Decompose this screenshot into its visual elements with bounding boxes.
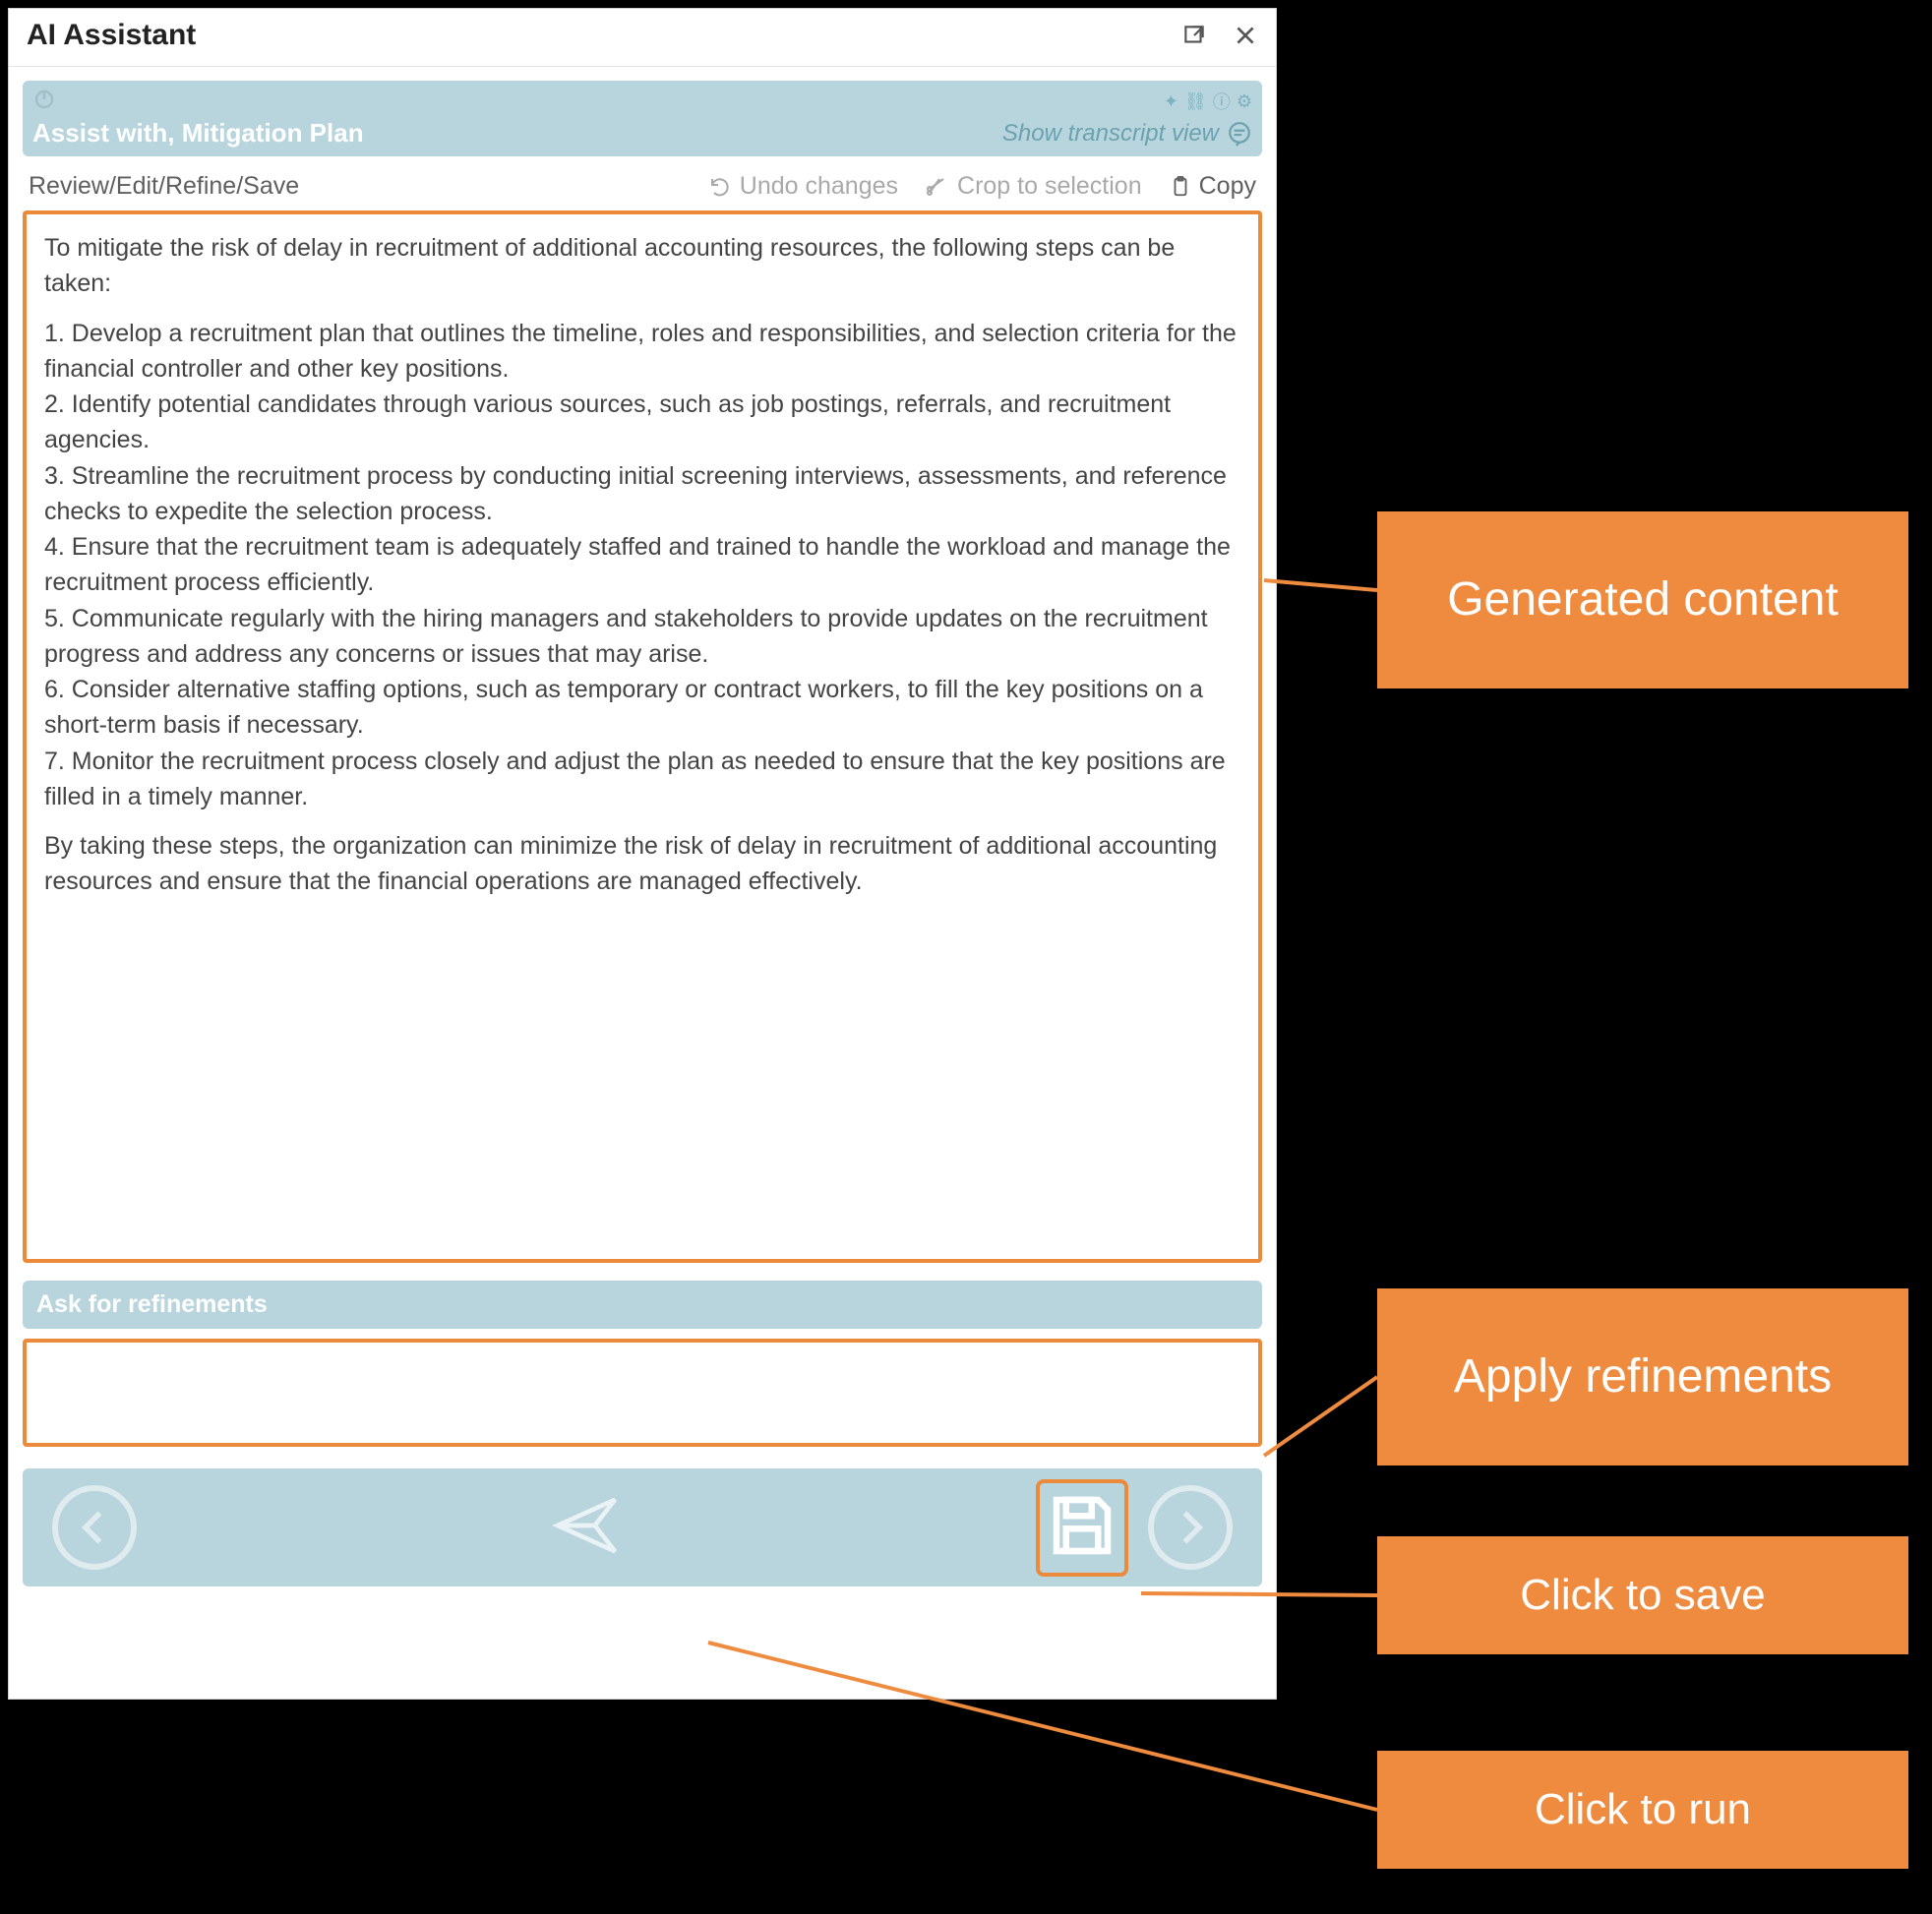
wand-icon[interactable]: ✦	[1164, 91, 1178, 112]
transcript-link-label: Show transcript view	[1002, 120, 1219, 148]
content-item: 7. Monitor the recruitment process close…	[44, 744, 1240, 815]
titlebar: AI Assistant	[9, 9, 1276, 67]
callout-click-to-save: Click to save	[1377, 1536, 1908, 1654]
send-button[interactable]	[542, 1491, 631, 1565]
toolbar-mode-label: Review/Edit/Refine/Save	[29, 172, 299, 201]
save-button-highlight	[1036, 1479, 1128, 1577]
refinements-label: Ask for refinements	[23, 1281, 1262, 1329]
context-band: ✦ ⛓ ⓘ ⚙ Assist with, Mitigation Plan Sho…	[23, 81, 1262, 156]
content-outro: By taking these steps, the organization …	[44, 828, 1240, 900]
ai-assistant-panel: AI Assistant ✦ ⛓ ⓘ ⚙	[8, 8, 1277, 1700]
callout-generated-content: Generated content	[1377, 511, 1908, 688]
content-intro: To mitigate the risk of delay in recruit…	[44, 230, 1240, 302]
context-title: Assist with, Mitigation Plan	[32, 118, 364, 149]
info-icon[interactable]: ⓘ	[1213, 89, 1231, 114]
close-icon[interactable]	[1233, 23, 1258, 48]
content-item: 4. Ensure that the recruitment team is a…	[44, 529, 1240, 601]
copy-label: Copy	[1199, 172, 1256, 201]
content-item: 3. Streamline the recruitment process by…	[44, 458, 1240, 530]
footer-bar	[23, 1468, 1262, 1586]
generated-content-box[interactable]: To mitigate the risk of delay in recruit…	[23, 210, 1262, 1263]
refinements-input[interactable]	[23, 1339, 1262, 1447]
window-title: AI Assistant	[27, 19, 196, 52]
save-button[interactable]	[1044, 1487, 1120, 1569]
content-toolbar: Review/Edit/Refine/Save Undo changes Cro…	[23, 156, 1262, 210]
transcript-link[interactable]: Show transcript view	[1002, 120, 1252, 148]
content-item: 5. Communicate regularly with the hiring…	[44, 601, 1240, 673]
crop-label: Crop to selection	[957, 172, 1142, 201]
content-item: 1. Develop a recruitment plan that outli…	[44, 316, 1240, 388]
forward-button[interactable]	[1148, 1485, 1233, 1570]
link-icon[interactable]: ⛓	[1184, 91, 1207, 112]
content-item: 6. Consider alternative staffing options…	[44, 672, 1240, 744]
crop-button[interactable]: Crop to selection	[926, 172, 1142, 201]
callout-click-to-run: Click to run	[1377, 1751, 1908, 1869]
content-item: 2. Identify potential candidates through…	[44, 387, 1240, 458]
undo-label: Undo changes	[740, 172, 898, 201]
copy-button[interactable]: Copy	[1170, 172, 1256, 201]
popout-icon[interactable]	[1181, 23, 1207, 48]
back-button[interactable]	[52, 1485, 137, 1570]
undo-button[interactable]: Undo changes	[708, 172, 898, 201]
callout-apply-refinements: Apply refinements	[1377, 1288, 1908, 1465]
gear-icon[interactable]: ⚙	[1237, 91, 1252, 112]
power-icon[interactable]	[32, 87, 56, 116]
